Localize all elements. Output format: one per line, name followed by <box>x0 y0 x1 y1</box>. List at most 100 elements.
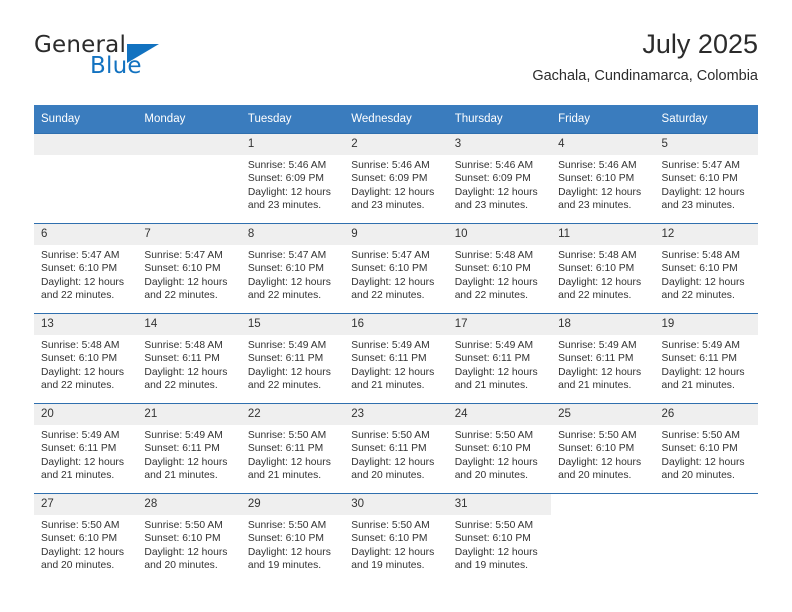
daylight-line-2: and 22 minutes. <box>41 380 115 392</box>
day-number: 11 <box>551 224 655 245</box>
day-number: 23 <box>344 404 448 425</box>
page-title: July 2025 <box>642 29 758 59</box>
daylight-line-2: and 22 minutes. <box>247 290 322 302</box>
daylight-line-2: and 20 minutes. <box>41 560 115 572</box>
calendar-day-cell-8[interactable]: 8 Sunrise: 5:47 AM Sunset: 6:10 PM Daylight… <box>240 223 345 314</box>
calendar-body: 1 Sunrise: 5:46 AM Sunset: 6:09 PM Daylight… <box>34 133 758 583</box>
calendar-day-cell-1[interactable]: 1 Sunrise: 5:46 AM Sunset: 6:09 PM Daylight… <box>240 133 345 224</box>
day-details: Sunrise: 5:50 AM Sunset: 6:10 PM Daylight:… <box>137 515 240 573</box>
daylight-line-2: and 23 minutes. <box>661 200 735 212</box>
calendar-day-cell-16[interactable]: 16 Sunrise: 5:49 AM Sunset: 6:11 PM Dayligh… <box>344 313 448 404</box>
day-number <box>137 134 241 155</box>
day-number: 5 <box>654 134 758 155</box>
day-number: 20 <box>34 404 138 425</box>
daylight-line-2: and 21 minutes. <box>558 380 632 392</box>
calendar-day-cell-30[interactable]: 30 Sunrise: 5:50 AM Sunset: 6:10 PM Dayligh… <box>344 493 448 583</box>
calendar-day-cell-2[interactable]: 2 Sunrise: 5:46 AM Sunset: 6:09 PM Daylight… <box>344 133 448 224</box>
day-number: 2 <box>344 134 448 155</box>
calendar-day-cell-6[interactable]: 6 Sunrise: 5:47 AM Sunset: 6:10 PM Daylight… <box>34 223 138 314</box>
daylight-line-1: Daylight: 12 hours <box>351 276 435 288</box>
sunrise-line: Sunrise: 5:49 AM <box>351 340 430 351</box>
daylight-line-1: Daylight: 12 hours <box>454 456 538 468</box>
calendar-week-row: 20 Sunrise: 5:49 AM Sunset: 6:11 PM Dayligh… <box>34 403 758 494</box>
calendar-day-cell-28[interactable]: 28 Sunrise: 5:50 AM Sunset: 6:10 PM Dayligh… <box>137 493 241 583</box>
calendar-day-cell-24[interactable]: 24 Sunrise: 5:50 AM Sunset: 6:10 PM Dayligh… <box>447 403 552 494</box>
calendar-day-cell-29[interactable]: 29 Sunrise: 5:50 AM Sunset: 6:10 PM Dayligh… <box>240 493 345 583</box>
daylight-line-2: and 19 minutes. <box>247 560 322 572</box>
sunrise-line: Sunrise: 5:49 AM <box>144 430 223 441</box>
calendar-day-cell-13[interactable]: 13 Sunrise: 5:48 AM Sunset: 6:10 PM Dayligh… <box>34 313 138 404</box>
calendar-day-cell-31[interactable]: 31 Sunrise: 5:50 AM Sunset: 6:10 PM Dayligh… <box>447 493 552 583</box>
calendar-page: General Blue July 2025 Gachala, Cundinam… <box>0 0 792 612</box>
calendar-day-cell-27[interactable]: 27 Sunrise: 5:50 AM Sunset: 6:10 PM Dayligh… <box>34 493 138 583</box>
sunset-line: Sunset: 6:11 PM <box>351 443 427 455</box>
daylight-line-2: and 19 minutes. <box>351 560 425 572</box>
calendar-day-cell-7[interactable]: 7 Sunrise: 5:47 AM Sunset: 6:10 PM Daylight… <box>137 223 241 314</box>
sunset-line: Sunset: 6:10 PM <box>351 533 428 545</box>
calendar-day-cell-10[interactable]: 10 Sunrise: 5:48 AM Sunset: 6:10 PM Dayligh… <box>447 223 552 314</box>
day-number: 25 <box>551 404 655 425</box>
calendar-week-row: 6 Sunrise: 5:47 AM Sunset: 6:10 PM Daylight… <box>34 223 758 314</box>
calendar-day-cell-14[interactable]: 14 Sunrise: 5:48 AM Sunset: 6:11 PM Dayligh… <box>137 313 241 404</box>
calendar-day-cell-11[interactable]: 11 Sunrise: 5:48 AM Sunset: 6:10 PM Dayligh… <box>551 223 655 314</box>
day-details: Sunrise: 5:46 AM Sunset: 6:09 PM Daylight:… <box>241 155 344 213</box>
sunset-line: Sunset: 6:10 PM <box>144 263 221 275</box>
sunrise-line: Sunrise: 5:50 AM <box>661 430 740 441</box>
daylight-line-1: Daylight: 12 hours <box>247 366 331 378</box>
daylight-line-2: and 21 minutes. <box>661 380 735 392</box>
calendar-day-cell-22[interactable]: 22 Sunrise: 5:50 AM Sunset: 6:11 PM Dayligh… <box>240 403 345 494</box>
sunrise-line: Sunrise: 5:50 AM <box>351 520 430 531</box>
daylight-line-2: and 20 minutes. <box>661 470 735 482</box>
title-block: July 2025 Gachala, Cundinamarca, Colombi… <box>532 28 758 85</box>
sunset-line: Sunset: 6:10 PM <box>247 533 324 545</box>
weekday-header-wednesday: Wednesday <box>344 105 448 134</box>
daylight-line-1: Daylight: 12 hours <box>144 366 228 378</box>
calendar-day-cell-26[interactable]: 26 Sunrise: 5:50 AM Sunset: 6:10 PM Dayligh… <box>654 403 758 494</box>
daylight-line-1: Daylight: 12 hours <box>454 546 538 558</box>
calendar-day-cell-15[interactable]: 15 Sunrise: 5:49 AM Sunset: 6:11 PM Dayligh… <box>240 313 345 404</box>
calendar-day-cell-23[interactable]: 23 Sunrise: 5:50 AM Sunset: 6:11 PM Dayligh… <box>344 403 448 494</box>
daylight-line-1: Daylight: 12 hours <box>41 546 124 558</box>
sunrise-line: Sunrise: 5:50 AM <box>351 430 430 441</box>
daylight-line-2: and 22 minutes. <box>558 290 632 302</box>
calendar-day-cell-21[interactable]: 21 Sunrise: 5:49 AM Sunset: 6:11 PM Dayligh… <box>137 403 241 494</box>
day-details: Sunrise: 5:50 AM Sunset: 6:10 PM Daylight:… <box>344 515 447 573</box>
daylight-line-2: and 23 minutes. <box>351 200 425 212</box>
calendar-day-cell-25[interactable]: 25 Sunrise: 5:50 AM Sunset: 6:10 PM Dayligh… <box>551 403 655 494</box>
calendar-day-cell-5[interactable]: 5 Sunrise: 5:47 AM Sunset: 6:10 PM Daylight… <box>654 133 758 224</box>
day-number: 10 <box>447 224 552 245</box>
calendar-day-cell-20[interactable]: 20 Sunrise: 5:49 AM Sunset: 6:11 PM Dayligh… <box>34 403 138 494</box>
daylight-line-1: Daylight: 12 hours <box>351 186 435 198</box>
calendar-day-cell-3[interactable]: 3 Sunrise: 5:46 AM Sunset: 6:09 PM Daylight… <box>447 133 552 224</box>
day-details: Sunrise: 5:50 AM Sunset: 6:10 PM Daylight:… <box>241 515 344 573</box>
day-details: Sunrise: 5:50 AM Sunset: 6:11 PM Daylight:… <box>344 425 447 483</box>
calendar-week-row: 27 Sunrise: 5:50 AM Sunset: 6:10 PM Dayligh… <box>34 493 758 583</box>
calendar-day-cell-12[interactable]: 12 Sunrise: 5:48 AM Sunset: 6:10 PM Dayligh… <box>654 223 758 314</box>
daylight-line-2: and 20 minutes. <box>558 470 632 482</box>
calendar-day-cell-empty <box>34 133 138 224</box>
daylight-line-1: Daylight: 12 hours <box>558 186 642 198</box>
daylight-line-2: and 21 minutes. <box>41 470 115 482</box>
day-details: Sunrise: 5:47 AM Sunset: 6:10 PM Daylight:… <box>137 245 240 303</box>
calendar-day-cell-18[interactable]: 18 Sunrise: 5:49 AM Sunset: 6:11 PM Dayligh… <box>551 313 655 404</box>
sunset-line: Sunset: 6:11 PM <box>144 353 220 365</box>
sunrise-line: Sunrise: 5:48 AM <box>454 250 534 261</box>
day-details: Sunrise: 5:50 AM Sunset: 6:10 PM Daylight:… <box>34 515 137 573</box>
calendar-day-cell-19[interactable]: 19 Sunrise: 5:49 AM Sunset: 6:11 PM Dayligh… <box>654 313 758 404</box>
day-details: Sunrise: 5:49 AM Sunset: 6:11 PM Daylight:… <box>137 425 240 483</box>
sunset-line: Sunset: 6:11 PM <box>41 443 117 455</box>
sunset-line: Sunset: 6:11 PM <box>247 443 324 455</box>
daylight-line-1: Daylight: 12 hours <box>144 456 228 468</box>
calendar-day-cell-17[interactable]: 17 Sunrise: 5:49 AM Sunset: 6:11 PM Dayligh… <box>447 313 552 404</box>
day-number: 26 <box>654 404 758 425</box>
day-number: 24 <box>447 404 552 425</box>
weekday-header-row: Sunday Monday Tuesday Wednesday Thursday Frid… <box>34 105 758 134</box>
sunrise-line: Sunrise: 5:48 AM <box>41 340 120 351</box>
daylight-line-2: and 22 minutes. <box>144 380 218 392</box>
calendar-day-cell-9[interactable]: 9 Sunrise: 5:47 AM Sunset: 6:10 PM Daylight… <box>344 223 448 314</box>
day-number: 6 <box>34 224 138 245</box>
daylight-line-1: Daylight: 12 hours <box>351 456 435 468</box>
calendar-day-cell-4[interactable]: 4 Sunrise: 5:46 AM Sunset: 6:10 PM Daylight… <box>551 133 655 224</box>
day-number: 21 <box>137 404 241 425</box>
daylight-line-2: and 23 minutes. <box>454 200 528 212</box>
